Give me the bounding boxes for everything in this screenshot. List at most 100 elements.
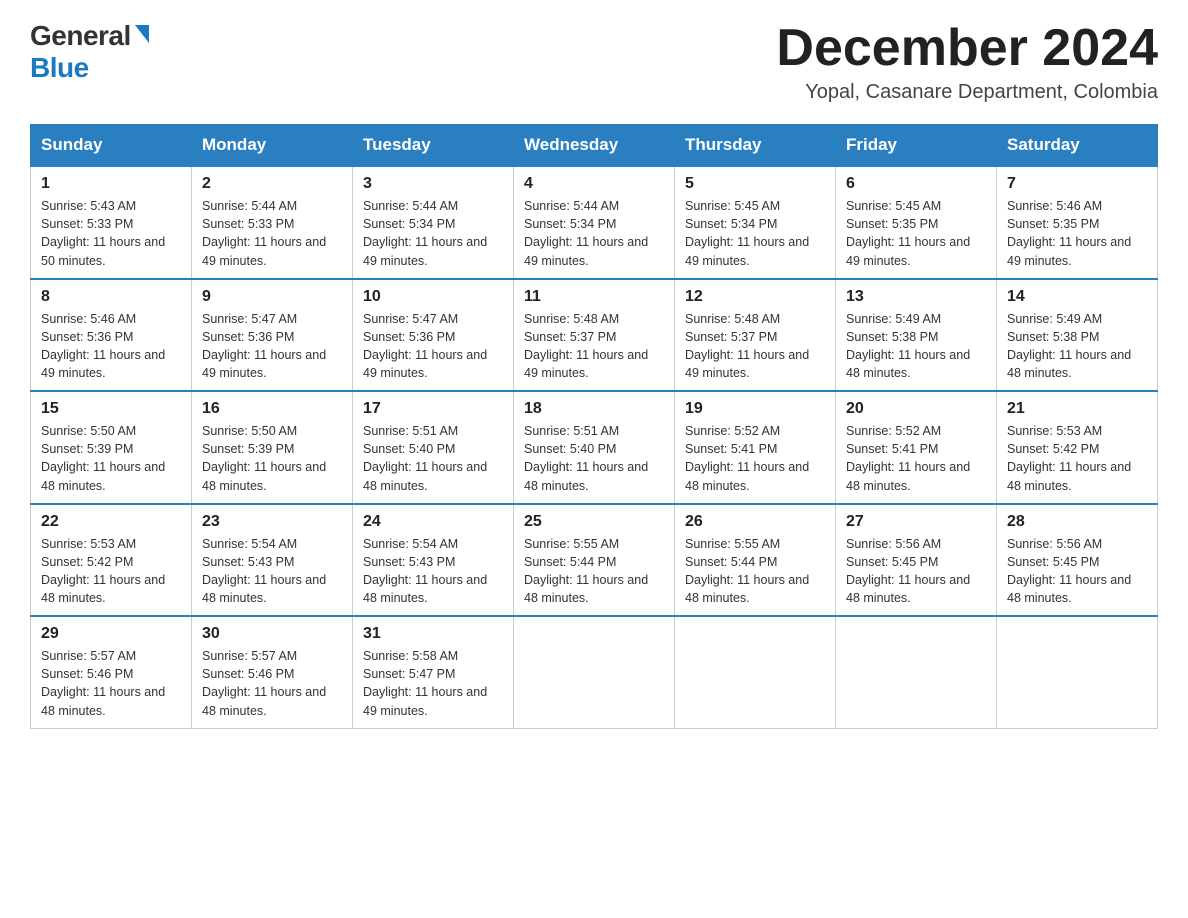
calendar-day-cell: 26 Sunrise: 5:55 AMSunset: 5:44 PMDayligh… bbox=[675, 504, 836, 617]
calendar-day-cell: 17 Sunrise: 5:51 AMSunset: 5:40 PMDayligh… bbox=[353, 391, 514, 504]
day-info: Sunrise: 5:43 AMSunset: 5:33 PMDaylight:… bbox=[41, 197, 181, 270]
calendar-day-cell: 30 Sunrise: 5:57 AMSunset: 5:46 PMDayligh… bbox=[192, 616, 353, 728]
day-info: Sunrise: 5:45 AMSunset: 5:34 PMDaylight:… bbox=[685, 197, 825, 270]
day-number: 26 bbox=[685, 513, 825, 531]
day-info: Sunrise: 5:53 AMSunset: 5:42 PMDaylight:… bbox=[41, 535, 181, 608]
day-info: Sunrise: 5:48 AMSunset: 5:37 PMDaylight:… bbox=[685, 310, 825, 383]
day-number: 21 bbox=[1007, 400, 1147, 418]
empty-cell bbox=[514, 616, 675, 728]
day-number: 18 bbox=[524, 400, 664, 418]
calendar-week-row: 8Sunrise: 5:46 AMSunset: 5:36 PMDaylight… bbox=[31, 279, 1158, 392]
day-number: 8 bbox=[41, 288, 181, 306]
day-info: Sunrise: 5:44 AMSunset: 5:34 PMDaylight:… bbox=[363, 197, 503, 270]
calendar-day-cell: 14Sunrise: 5:49 AMSunset: 5:38 PMDayligh… bbox=[997, 279, 1158, 392]
day-number: 31 bbox=[363, 625, 503, 643]
day-number: 16 bbox=[202, 400, 342, 418]
header-sunday: Sunday bbox=[31, 125, 192, 167]
day-info: Sunrise: 5:51 AMSunset: 5:40 PMDaylight:… bbox=[363, 422, 503, 495]
header-monday: Monday bbox=[192, 125, 353, 167]
calendar-day-cell: 15Sunrise: 5:50 AMSunset: 5:39 PMDayligh… bbox=[31, 391, 192, 504]
page-header: General Blue December 2024 Yopal, Casana… bbox=[30, 20, 1158, 104]
day-info: Sunrise: 5:53 AMSunset: 5:42 PMDaylight:… bbox=[1007, 422, 1147, 495]
calendar-week-row: 1 Sunrise: 5:43 AMSunset: 5:33 PMDaylight… bbox=[31, 166, 1158, 279]
day-info: Sunrise: 5:45 AMSunset: 5:35 PMDaylight:… bbox=[846, 197, 986, 270]
day-info: Sunrise: 5:51 AMSunset: 5:40 PMDaylight:… bbox=[524, 422, 664, 495]
calendar-day-cell: 4 Sunrise: 5:44 AMSunset: 5:34 PMDaylight… bbox=[514, 166, 675, 279]
month-title: December 2024 bbox=[776, 20, 1158, 77]
logo-blue-text: Blue bbox=[30, 52, 89, 84]
calendar-day-cell: 13 Sunrise: 5:49 AMSunset: 5:38 PMDayligh… bbox=[836, 279, 997, 392]
header-thursday: Thursday bbox=[675, 125, 836, 167]
calendar-day-cell: 31Sunrise: 5:58 AMSunset: 5:47 PMDayligh… bbox=[353, 616, 514, 728]
day-info: Sunrise: 5:55 AMSunset: 5:44 PMDaylight:… bbox=[524, 535, 664, 608]
calendar-day-cell: 18 Sunrise: 5:51 AMSunset: 5:40 PMDayligh… bbox=[514, 391, 675, 504]
day-info: Sunrise: 5:48 AMSunset: 5:37 PMDaylight:… bbox=[524, 310, 664, 383]
calendar-day-cell: 2 Sunrise: 5:44 AMSunset: 5:33 PMDaylight… bbox=[192, 166, 353, 279]
calendar-day-cell: 22 Sunrise: 5:53 AMSunset: 5:42 PMDayligh… bbox=[31, 504, 192, 617]
calendar-day-cell: 8Sunrise: 5:46 AMSunset: 5:36 PMDaylight… bbox=[31, 279, 192, 392]
calendar-week-row: 22 Sunrise: 5:53 AMSunset: 5:42 PMDayligh… bbox=[31, 504, 1158, 617]
empty-cell bbox=[836, 616, 997, 728]
day-info: Sunrise: 5:44 AMSunset: 5:34 PMDaylight:… bbox=[524, 197, 664, 270]
day-number: 5 bbox=[685, 175, 825, 193]
calendar-day-cell: 20Sunrise: 5:52 AMSunset: 5:41 PMDayligh… bbox=[836, 391, 997, 504]
header-friday: Friday bbox=[836, 125, 997, 167]
day-number: 23 bbox=[202, 513, 342, 531]
logo: General Blue bbox=[30, 20, 149, 84]
day-number: 4 bbox=[524, 175, 664, 193]
logo-general-text: General bbox=[30, 20, 131, 52]
calendar-day-cell: 1 Sunrise: 5:43 AMSunset: 5:33 PMDaylight… bbox=[31, 166, 192, 279]
day-number: 7 bbox=[1007, 175, 1147, 193]
header-saturday: Saturday bbox=[997, 125, 1158, 167]
day-info: Sunrise: 5:54 AMSunset: 5:43 PMDaylight:… bbox=[202, 535, 342, 608]
calendar-table: SundayMondayTuesdayWednesdayThursdayFrid… bbox=[30, 124, 1158, 729]
header-tuesday: Tuesday bbox=[353, 125, 514, 167]
calendar-day-cell: 28Sunrise: 5:56 AMSunset: 5:45 PMDayligh… bbox=[997, 504, 1158, 617]
calendar-day-cell: 27 Sunrise: 5:56 AMSunset: 5:45 PMDayligh… bbox=[836, 504, 997, 617]
logo-triangle-icon bbox=[135, 25, 149, 43]
day-info: Sunrise: 5:56 AMSunset: 5:45 PMDaylight:… bbox=[846, 535, 986, 608]
calendar-day-cell: 5 Sunrise: 5:45 AMSunset: 5:34 PMDaylight… bbox=[675, 166, 836, 279]
calendar-day-cell: 11 Sunrise: 5:48 AMSunset: 5:37 PMDayligh… bbox=[514, 279, 675, 392]
calendar-day-cell: 21 Sunrise: 5:53 AMSunset: 5:42 PMDayligh… bbox=[997, 391, 1158, 504]
day-info: Sunrise: 5:44 AMSunset: 5:33 PMDaylight:… bbox=[202, 197, 342, 270]
calendar-day-cell: 12 Sunrise: 5:48 AMSunset: 5:37 PMDayligh… bbox=[675, 279, 836, 392]
calendar-day-cell: 7 Sunrise: 5:46 AMSunset: 5:35 PMDaylight… bbox=[997, 166, 1158, 279]
day-info: Sunrise: 5:57 AMSunset: 5:46 PMDaylight:… bbox=[41, 647, 181, 720]
day-number: 1 bbox=[41, 175, 181, 193]
day-info: Sunrise: 5:49 AMSunset: 5:38 PMDaylight:… bbox=[846, 310, 986, 383]
day-number: 27 bbox=[846, 513, 986, 531]
day-number: 15 bbox=[41, 400, 181, 418]
calendar-day-cell: 16 Sunrise: 5:50 AMSunset: 5:39 PMDayligh… bbox=[192, 391, 353, 504]
day-info: Sunrise: 5:46 AMSunset: 5:35 PMDaylight:… bbox=[1007, 197, 1147, 270]
day-number: 29 bbox=[41, 625, 181, 643]
day-number: 22 bbox=[41, 513, 181, 531]
calendar-day-cell: 6Sunrise: 5:45 AMSunset: 5:35 PMDaylight… bbox=[836, 166, 997, 279]
calendar-week-row: 29 Sunrise: 5:57 AMSunset: 5:46 PMDayligh… bbox=[31, 616, 1158, 728]
day-number: 12 bbox=[685, 288, 825, 306]
day-number: 30 bbox=[202, 625, 342, 643]
calendar-day-cell: 19Sunrise: 5:52 AMSunset: 5:41 PMDayligh… bbox=[675, 391, 836, 504]
day-number: 11 bbox=[524, 288, 664, 306]
empty-cell bbox=[997, 616, 1158, 728]
calendar-day-cell: 29 Sunrise: 5:57 AMSunset: 5:46 PMDayligh… bbox=[31, 616, 192, 728]
day-info: Sunrise: 5:54 AMSunset: 5:43 PMDaylight:… bbox=[363, 535, 503, 608]
day-number: 14 bbox=[1007, 288, 1147, 306]
calendar-day-cell: 10Sunrise: 5:47 AMSunset: 5:36 PMDayligh… bbox=[353, 279, 514, 392]
day-info: Sunrise: 5:56 AMSunset: 5:45 PMDaylight:… bbox=[1007, 535, 1147, 608]
day-number: 2 bbox=[202, 175, 342, 193]
day-number: 13 bbox=[846, 288, 986, 306]
day-number: 17 bbox=[363, 400, 503, 418]
day-number: 25 bbox=[524, 513, 664, 531]
calendar-day-cell: 23 Sunrise: 5:54 AMSunset: 5:43 PMDayligh… bbox=[192, 504, 353, 617]
day-info: Sunrise: 5:47 AMSunset: 5:36 PMDaylight:… bbox=[363, 310, 503, 383]
day-info: Sunrise: 5:52 AMSunset: 5:41 PMDaylight:… bbox=[846, 422, 986, 495]
day-info: Sunrise: 5:55 AMSunset: 5:44 PMDaylight:… bbox=[685, 535, 825, 608]
day-info: Sunrise: 5:57 AMSunset: 5:46 PMDaylight:… bbox=[202, 647, 342, 720]
day-number: 19 bbox=[685, 400, 825, 418]
calendar-day-cell: 9Sunrise: 5:47 AMSunset: 5:36 PMDaylight… bbox=[192, 279, 353, 392]
day-number: 24 bbox=[363, 513, 503, 531]
header-wednesday: Wednesday bbox=[514, 125, 675, 167]
calendar-day-cell: 3Sunrise: 5:44 AMSunset: 5:34 PMDaylight… bbox=[353, 166, 514, 279]
day-info: Sunrise: 5:50 AMSunset: 5:39 PMDaylight:… bbox=[202, 422, 342, 495]
